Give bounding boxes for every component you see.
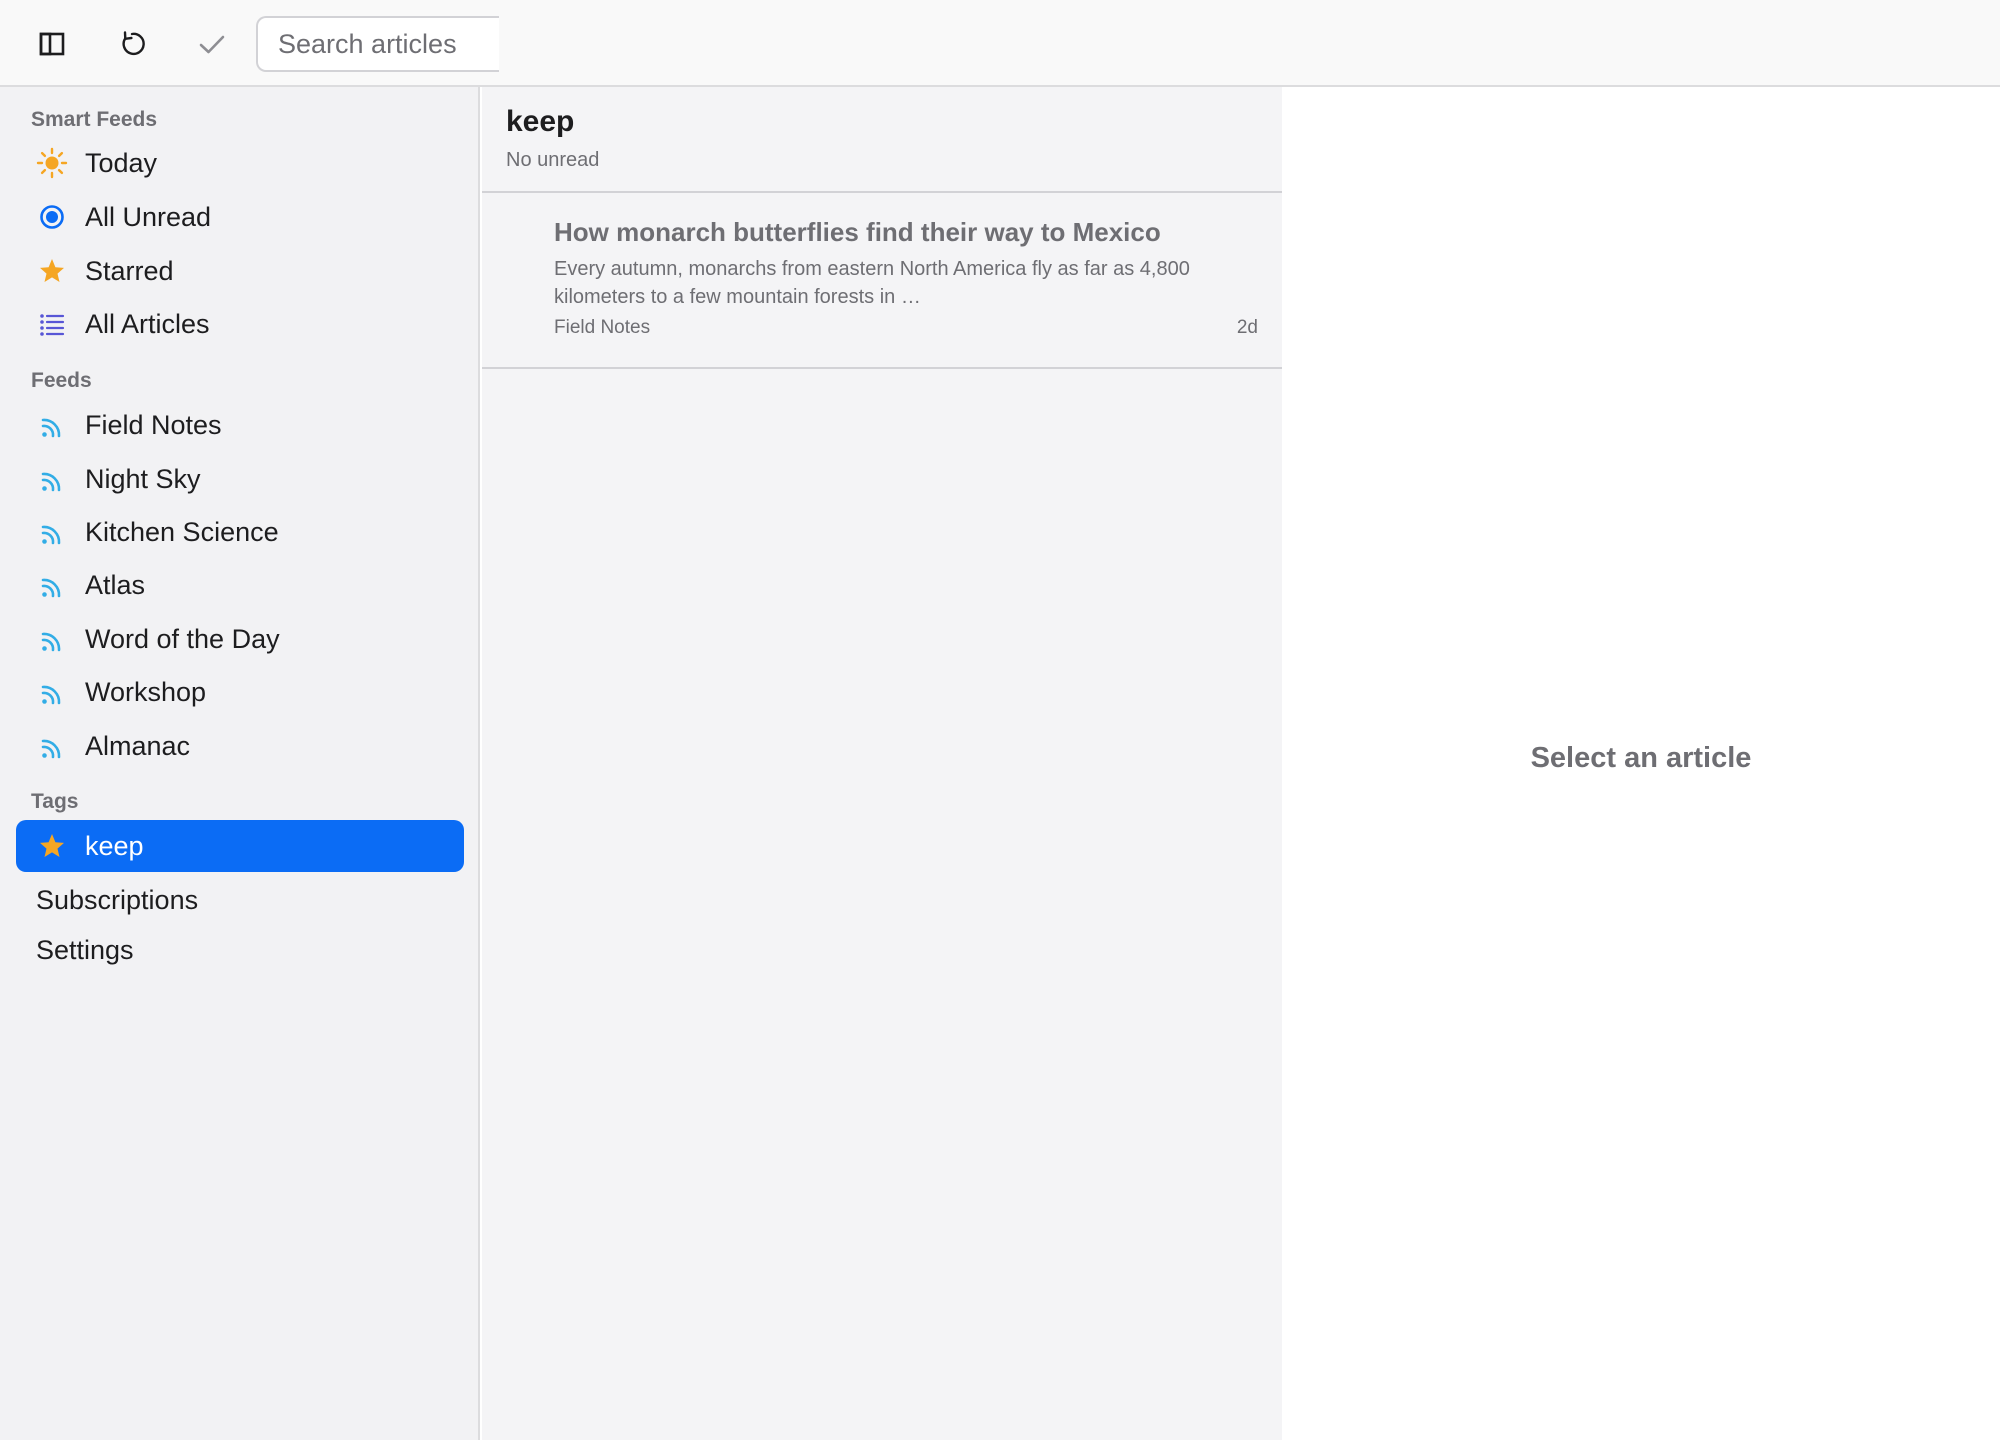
unread-count: No unread: [506, 149, 600, 171]
sidebar-item-today[interactable]: Today: [16, 137, 464, 189]
sidebar-item-label: All Articles: [85, 308, 210, 339]
search-input[interactable]: [256, 16, 499, 72]
sidebar-item-label: Workshop: [85, 676, 207, 707]
rss-icon: [36, 676, 68, 708]
sidebar-item-label: Field Notes: [85, 409, 222, 440]
sidebar-item-label: Starred: [85, 255, 174, 286]
sidebar-item-field-notes[interactable]: Field Notes: [16, 399, 464, 451]
sidebar-item-tag-keep[interactable]: keep: [16, 820, 464, 872]
star-icon: [36, 830, 68, 862]
reader-pane: Select an article: [1282, 87, 2000, 1440]
article-list-header: keep No unread: [482, 87, 1282, 193]
sidebar-item-workshop[interactable]: Workshop: [16, 666, 464, 718]
article-title: How monarch butterflies find their way t…: [554, 217, 1161, 247]
sidebar-item-all-unread[interactable]: All Unread: [16, 191, 464, 243]
sidebar-item-label: keep: [85, 830, 144, 861]
rss-icon: [36, 623, 68, 655]
sidebar-item-night-sky[interactable]: Night Sky: [16, 453, 464, 505]
sidebar-icon: [39, 32, 65, 56]
article-snippet: Every autumn, monarchs from eastern Nort…: [554, 258, 1190, 308]
tags-heading: Tags: [31, 790, 79, 813]
refresh-button[interactable]: [108, 20, 156, 68]
article-row[interactable]: How monarch butterflies find their way t…: [482, 193, 1282, 369]
sidebar-toggle-button[interactable]: [28, 20, 76, 68]
sidebar: Smart Feeds Today All Unread Starred All…: [0, 87, 480, 1440]
sidebar-item-label: Almanac: [85, 730, 191, 761]
toolbar: [0, 0, 2000, 87]
sidebar-item-kitchen-science[interactable]: Kitchen Science: [16, 506, 464, 558]
sidebar-item-label: Word of the Day: [85, 623, 280, 654]
article-feed-name: Field Notes: [554, 317, 651, 338]
smart-feeds-heading: Smart Feeds: [31, 108, 158, 131]
empty-state-message: Select an article: [1530, 742, 1752, 774]
sidebar-item-almanac[interactable]: Almanac: [16, 720, 464, 772]
sidebar-item-atlas[interactable]: Atlas: [16, 559, 464, 611]
list-title: keep: [506, 105, 575, 138]
feeds-heading: Feeds: [31, 369, 92, 392]
sidebar-item-all-articles[interactable]: All Articles: [16, 298, 464, 350]
sidebar-item-label: Today: [85, 147, 158, 178]
sidebar-item-label: All Unread: [85, 201, 212, 232]
list-icon: [36, 308, 68, 340]
rss-icon: [36, 516, 68, 548]
settings-link[interactable]: Settings: [36, 935, 134, 966]
sidebar-item-word-of-the-day[interactable]: Word of the Day: [16, 613, 464, 665]
sidebar-item-label: Kitchen Science: [85, 516, 279, 547]
checkmark-icon: [199, 35, 225, 54]
sun-icon: [36, 147, 68, 179]
sidebar-item-label: Atlas: [85, 569, 146, 600]
app-window: Smart Feeds Today: [0, 0, 2000, 1440]
rss-icon: [36, 409, 68, 441]
star-icon: [36, 255, 68, 287]
article-list-pane: keep No unread How monarch butterflies f…: [482, 87, 1282, 1440]
rss-icon: [36, 569, 68, 601]
subscriptions-link[interactable]: Subscriptions: [36, 885, 198, 916]
refresh-icon: [122, 31, 145, 56]
rss-icon: [36, 463, 68, 495]
mark-all-read-button[interactable]: [188, 20, 236, 68]
sidebar-item-starred[interactable]: Starred: [16, 245, 464, 297]
unread-circle-icon: [36, 201, 68, 233]
rss-icon: [36, 730, 68, 762]
sidebar-item-label: Night Sky: [85, 463, 201, 494]
article-age: 2d: [1236, 317, 1258, 338]
